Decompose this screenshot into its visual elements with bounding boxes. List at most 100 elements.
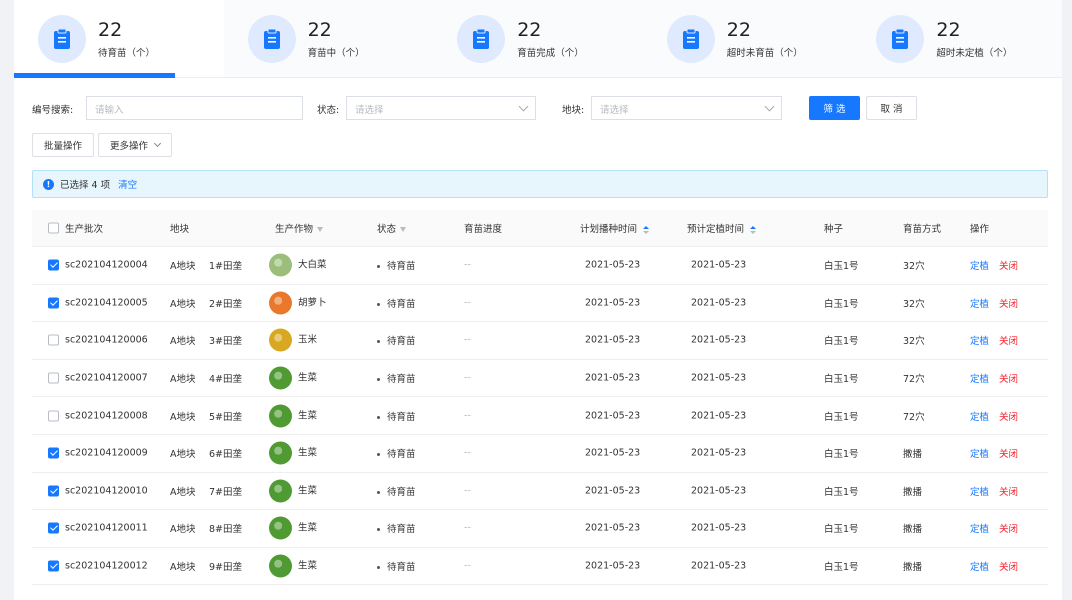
more-operations-label: 更多操作: [109, 141, 148, 152]
plant-action-link[interactable]: 定植: [970, 487, 989, 498]
actions-cell: 定植 关闭: [970, 258, 1018, 272]
filter-icon[interactable]: [400, 227, 407, 232]
actions-cell: 定植 关闭: [970, 521, 1018, 535]
row-checkbox[interactable]: [48, 522, 59, 534]
stat-number: 22: [98, 18, 123, 41]
close-action-link[interactable]: 关闭: [999, 261, 1018, 272]
plant-action-link[interactable]: 定植: [970, 374, 989, 385]
cancel-button[interactable]: 取 消: [866, 96, 917, 120]
status-dot: [377, 378, 380, 382]
table-row: sc202104120004 A地块 1#田垄 大白菜 待育苗 -- 2021-…: [32, 247, 1048, 285]
seed-name: 白玉1号: [824, 298, 859, 310]
crop-name: 生菜: [298, 410, 318, 422]
plant-action-link[interactable]: 定植: [970, 336, 989, 347]
crop-image: [269, 253, 292, 277]
row-checkbox[interactable]: [48, 447, 59, 459]
header-seed: 种子: [824, 224, 844, 235]
stat-label: 超时未育苗（个）: [726, 47, 803, 59]
plant-action-link[interactable]: 定植: [970, 449, 989, 460]
plant-action-link[interactable]: 定植: [970, 299, 989, 310]
status-cell: 待育苗: [377, 484, 416, 498]
app-panel: 22 待育苗（个） 22 育苗中（个） 22 育苗完成（个） 22 超时未育苗（…: [14, 0, 1062, 600]
table-row: sc202104120009 A地块 6#田垄 生菜 待育苗 -- 2021-0…: [32, 435, 1048, 473]
crop-name: 胡萝卜: [298, 297, 327, 309]
batch-id: sc202104120008: [65, 410, 148, 422]
close-action-link[interactable]: 关闭: [999, 449, 1018, 460]
progress-value: --: [464, 485, 471, 497]
stat-tab-growing[interactable]: 22 育苗中（个）: [224, 0, 434, 77]
stat-tab-overdue-growing[interactable]: 22 超时未育苗（个）: [643, 0, 853, 77]
crop-name: 大白菜: [298, 259, 327, 271]
row-checkbox[interactable]: [48, 297, 59, 309]
row-checkbox[interactable]: [48, 259, 59, 271]
actions-cell: 定植 关闭: [970, 446, 1018, 460]
stat-label: 超时未定植（个）: [936, 47, 1013, 59]
status-select[interactable]: 请选择: [346, 96, 536, 120]
close-action-link[interactable]: 关闭: [999, 562, 1018, 573]
close-action-link[interactable]: 关闭: [999, 374, 1018, 385]
crop-name: 生菜: [298, 560, 318, 572]
field-name: 8#田垄: [209, 524, 243, 536]
batch-id: sc202104120010: [65, 485, 148, 497]
plant-action-link[interactable]: 定植: [970, 562, 989, 573]
stat-tab-pending[interactable]: 22 待育苗（个）: [14, 0, 224, 78]
batch-operation-button[interactable]: 批量操作: [32, 133, 94, 157]
clear-selection-link[interactable]: 清空: [118, 177, 137, 191]
batch-id: sc202104120004: [65, 259, 148, 271]
crop-name: 生菜: [298, 522, 318, 534]
plot-name: A地块: [170, 374, 196, 386]
close-action-link[interactable]: 关闭: [999, 412, 1018, 423]
close-action-link[interactable]: 关闭: [999, 524, 1018, 535]
field-name: 7#田垄: [209, 486, 243, 498]
crop-cell: 生菜: [269, 404, 318, 428]
stat-tab-done[interactable]: 22 育苗完成（个）: [433, 0, 643, 77]
status-dot: [377, 490, 380, 494]
status-cell: 待育苗: [377, 296, 416, 310]
sort-icon[interactable]: [750, 225, 757, 234]
status-cell: 待育苗: [377, 559, 416, 573]
close-action-link[interactable]: 关闭: [999, 487, 1018, 498]
table-row: sc202104120011 A地块 8#田垄 生菜 待育苗 -- 2021-0…: [32, 510, 1048, 548]
close-action-link[interactable]: 关闭: [999, 299, 1018, 310]
plant-action-link[interactable]: 定植: [970, 261, 989, 272]
filter-button[interactable]: 筛 选: [809, 96, 860, 120]
field-name: 3#田垄: [209, 336, 243, 348]
select-all-checkbox[interactable]: [48, 222, 59, 234]
actions-cell: 定植 关闭: [970, 296, 1018, 310]
clipboard-icon: [38, 14, 86, 63]
plant-action-link[interactable]: 定植: [970, 524, 989, 535]
crop-image: [269, 479, 292, 503]
stat-label: 育苗完成（个）: [517, 47, 584, 59]
stat-number: 22: [517, 18, 542, 41]
row-checkbox[interactable]: [48, 372, 59, 384]
progress-value: --: [464, 447, 471, 459]
code-search-input[interactable]: 请输入: [86, 96, 303, 120]
seed-name: 白玉1号: [824, 562, 859, 574]
plot-name: A地块: [170, 486, 196, 498]
plant-time: 2021-05-23: [691, 522, 747, 534]
seed-name: 白玉1号: [824, 486, 859, 498]
row-checkbox[interactable]: [48, 410, 59, 422]
clipboard-icon: [457, 14, 506, 63]
more-operations-button[interactable]: 更多操作: [98, 133, 172, 157]
stat-tab-overdue-planting[interactable]: 22 超时未定植（个）: [852, 0, 1062, 77]
header-plant-time-label: 预计定植时间: [687, 224, 745, 235]
crop-cell: 大白菜: [269, 253, 327, 277]
filter-icon[interactable]: [317, 227, 324, 232]
close-action-link[interactable]: 关闭: [999, 336, 1018, 347]
plot-placeholder: 请选择: [600, 105, 629, 116]
clipboard-icon: [247, 14, 296, 63]
info-icon: !: [43, 178, 54, 190]
row-checkbox[interactable]: [48, 560, 59, 572]
sort-icon[interactable]: [643, 225, 650, 234]
stat-label: 待育苗（个）: [98, 47, 156, 59]
plot-name: A地块: [170, 298, 196, 310]
status-dot: [377, 265, 380, 269]
header-crop: 生产作物: [275, 221, 324, 235]
plant-action-link[interactable]: 定植: [970, 412, 989, 423]
plot-select[interactable]: 请选择: [591, 96, 782, 120]
row-checkbox[interactable]: [48, 485, 59, 497]
row-checkbox[interactable]: [48, 334, 59, 346]
code-search-placeholder: 请输入: [95, 105, 124, 116]
progress-value: --: [464, 334, 471, 346]
